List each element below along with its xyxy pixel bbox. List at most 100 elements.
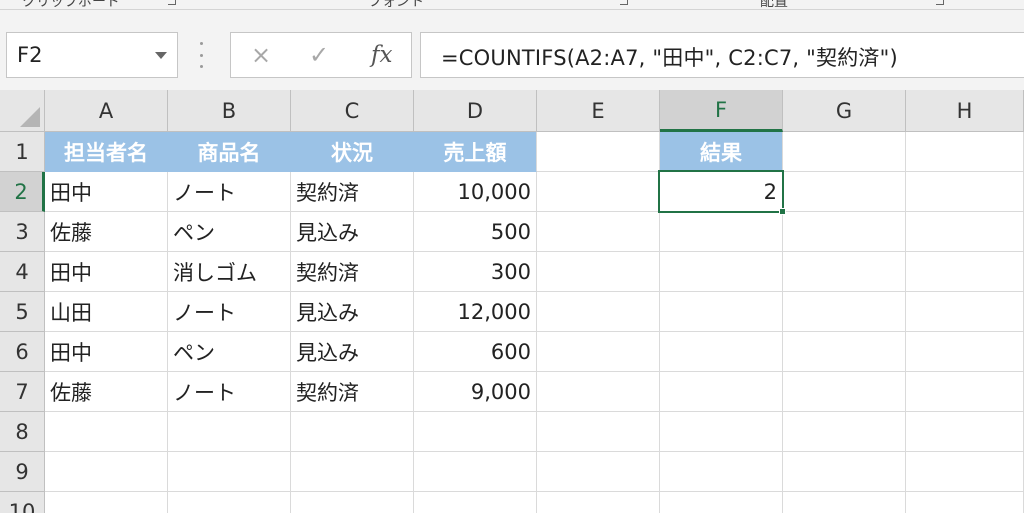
empty-cell[interactable] [906,252,1024,292]
row-header-2[interactable]: 2 [0,172,45,212]
empty-cell[interactable] [906,412,1024,452]
table-cell[interactable]: 消しゴム [168,252,291,292]
empty-cell[interactable] [537,172,660,212]
empty-cell[interactable] [168,452,291,492]
empty-cell[interactable] [783,452,906,492]
table-cell[interactable]: 佐藤 [45,212,168,252]
table-cell[interactable]: ノート [168,372,291,412]
empty-cell[interactable] [906,292,1024,332]
empty-cell[interactable] [414,452,537,492]
table-cell[interactable]: ペン [168,212,291,252]
ribbon-group-alignment[interactable]: 配置 [760,0,788,9]
table-cell[interactable]: 契約済 [291,172,414,212]
empty-cell[interactable] [660,452,783,492]
select-all-button[interactable] [0,90,45,132]
table-cell[interactable]: 田中 [45,252,168,292]
empty-cell[interactable] [660,412,783,452]
table-cell[interactable]: 見込み [291,332,414,372]
table-cell[interactable]: 田中 [45,172,168,212]
clipboard-launcher-icon[interactable] [168,0,176,5]
empty-cell[interactable] [537,292,660,332]
empty-cell[interactable] [906,132,1024,172]
table-header-b[interactable]: 商品名 [168,132,291,172]
empty-cell[interactable] [660,332,783,372]
empty-cell[interactable] [906,172,1024,212]
column-header-g[interactable]: G [783,90,906,132]
empty-cell[interactable] [291,412,414,452]
table-cell[interactable]: ペン [168,332,291,372]
empty-cell[interactable] [168,412,291,452]
table-cell[interactable]: 10,000 [414,172,537,212]
name-box[interactable]: F2 [6,32,178,78]
row-header-3[interactable]: 3 [0,212,45,252]
empty-cell[interactable] [783,132,906,172]
table-cell[interactable]: 600 [414,332,537,372]
row-header-4[interactable]: 4 [0,252,45,292]
fill-handle[interactable] [779,208,786,215]
empty-cell[interactable] [783,332,906,372]
row-header-5[interactable]: 5 [0,292,45,332]
table-cell[interactable]: 300 [414,252,537,292]
column-header-a[interactable]: A [45,90,168,132]
table-header-a[interactable]: 担当者名 [45,132,168,172]
empty-cell[interactable] [660,212,783,252]
empty-cell[interactable] [906,212,1024,252]
empty-cell[interactable] [45,412,168,452]
table-header-c[interactable]: 状況 [291,132,414,172]
empty-cell[interactable] [783,412,906,452]
table-cell[interactable]: ノート [168,292,291,332]
ribbon-group-clipboard[interactable]: クリップボード [22,0,120,9]
table-cell[interactable]: 契約済 [291,252,414,292]
table-cell[interactable]: 見込み [291,292,414,332]
empty-cell[interactable] [537,492,660,513]
table-cell[interactable]: 契約済 [291,372,414,412]
empty-cell[interactable] [783,292,906,332]
empty-cell[interactable] [660,492,783,513]
row-header-10[interactable]: 10 [0,492,45,513]
table-cell[interactable]: 佐藤 [45,372,168,412]
empty-cell[interactable] [537,332,660,372]
formula-input[interactable]: =COUNTIFS(A2:A7, "田中", C2:C7, "契約済") [420,32,1024,78]
empty-cell[interactable] [660,372,783,412]
empty-cell[interactable] [168,492,291,513]
empty-cell[interactable] [906,332,1024,372]
table-cell[interactable]: 12,000 [414,292,537,332]
empty-cell[interactable] [537,132,660,172]
empty-cell[interactable] [537,212,660,252]
row-header-1[interactable]: 1 [0,132,45,172]
row-header-7[interactable]: 7 [0,372,45,412]
column-header-d[interactable]: D [414,90,537,132]
empty-cell[interactable] [45,492,168,513]
empty-cell[interactable] [783,372,906,412]
empty-cell[interactable] [537,252,660,292]
column-header-c[interactable]: C [291,90,414,132]
column-header-f[interactable]: F [660,90,783,132]
empty-cell[interactable] [414,412,537,452]
empty-cell[interactable] [537,372,660,412]
row-header-8[interactable]: 8 [0,412,45,452]
empty-cell[interactable] [291,492,414,513]
check-icon[interactable]: ✓ [309,41,329,69]
empty-cell[interactable] [537,412,660,452]
alignment-launcher-icon[interactable] [936,0,944,5]
table-cell[interactable]: 9,000 [414,372,537,412]
table-cell[interactable]: 見込み [291,212,414,252]
empty-cell[interactable] [906,372,1024,412]
empty-cell[interactable] [660,292,783,332]
column-header-b[interactable]: B [168,90,291,132]
empty-cell[interactable] [291,452,414,492]
empty-cell[interactable] [783,252,906,292]
table-cell[interactable]: ノート [168,172,291,212]
ribbon-group-font[interactable]: フォント [368,0,424,9]
formula-bar-splitter[interactable] [198,42,204,68]
empty-cell[interactable] [906,492,1024,513]
empty-cell[interactable] [537,452,660,492]
table-cell[interactable]: 山田 [45,292,168,332]
chevron-down-icon[interactable] [155,52,167,59]
column-header-e[interactable]: E [537,90,660,132]
empty-cell[interactable] [906,452,1024,492]
result-value-cell[interactable]: 2 [660,172,783,212]
row-header-6[interactable]: 6 [0,332,45,372]
row-header-9[interactable]: 9 [0,452,45,492]
table-header-d[interactable]: 売上額 [414,132,537,172]
